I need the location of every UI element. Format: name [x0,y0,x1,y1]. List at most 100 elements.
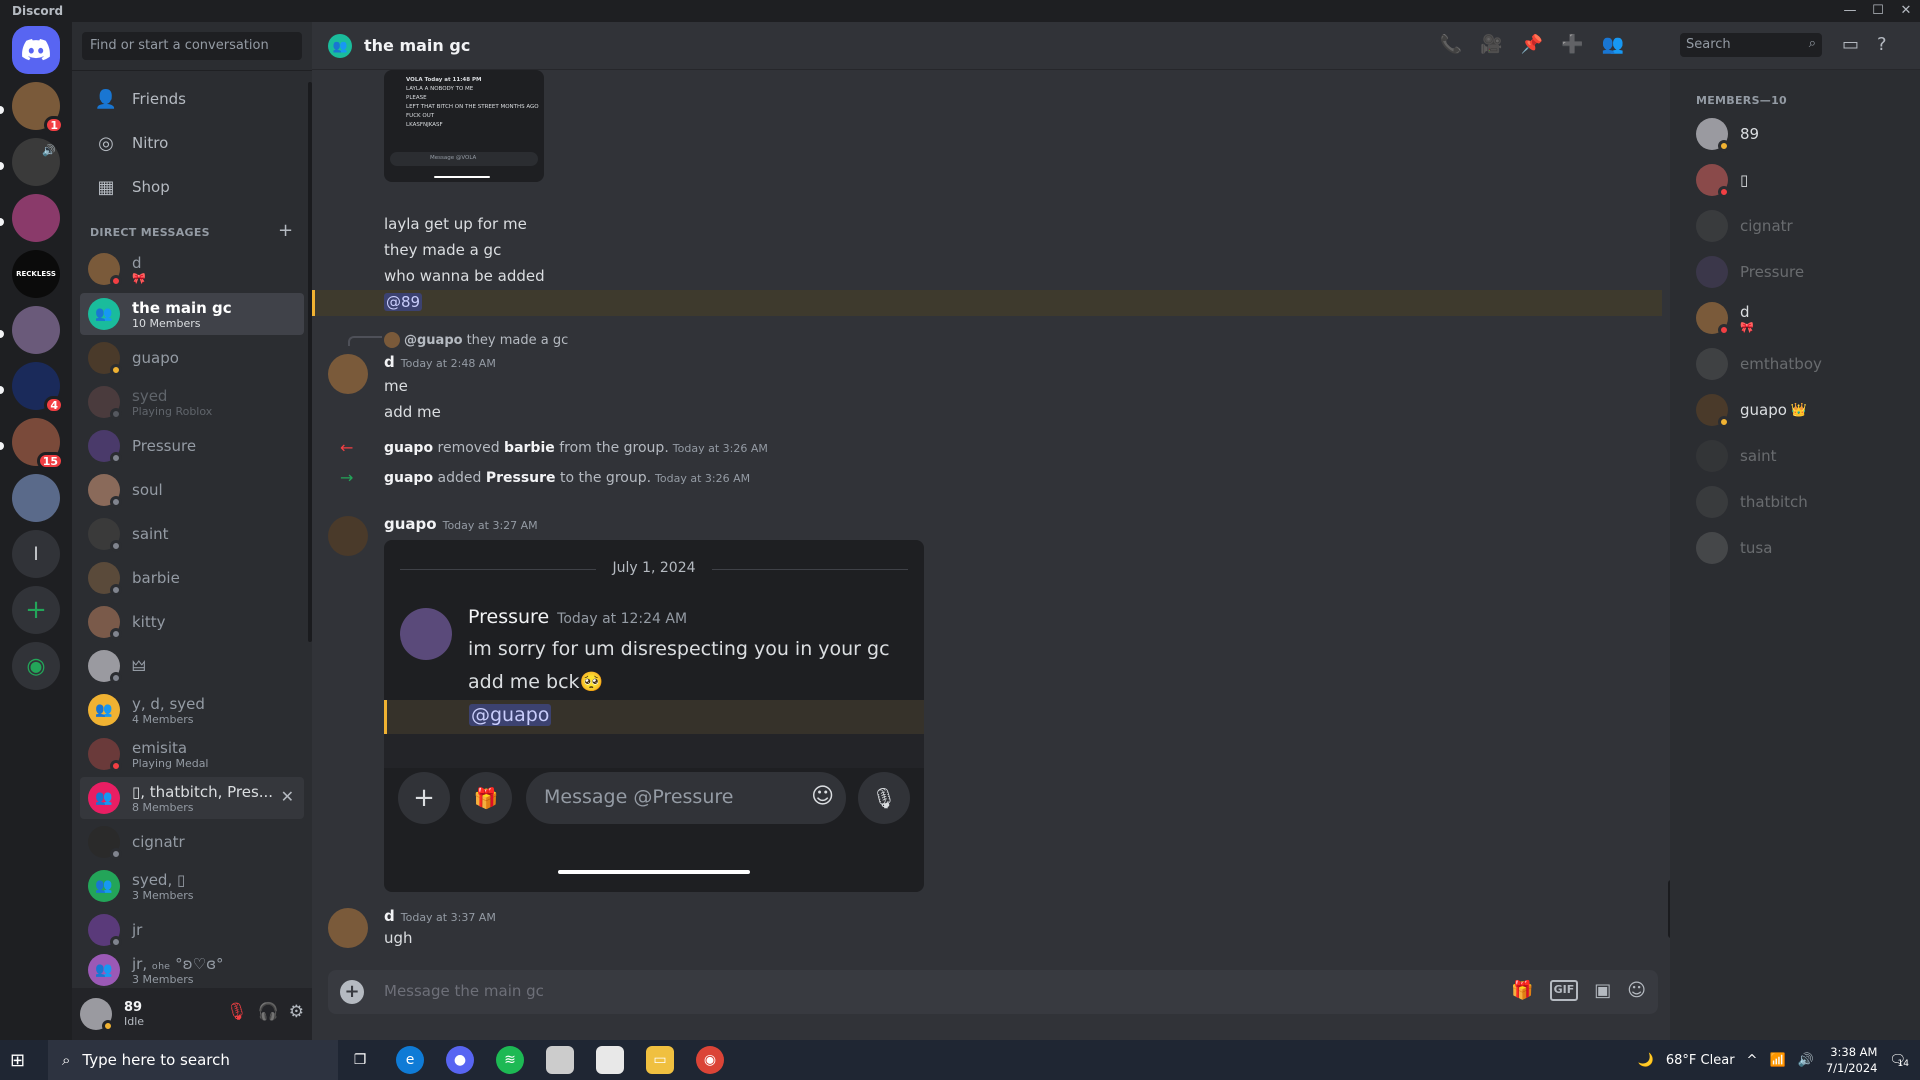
member-item[interactable]: emthatboy [1686,342,1906,386]
gif-icon[interactable]: GIF [1549,980,1579,1001]
server-reckless[interactable]: RECKLESS [12,250,60,298]
minimize-button[interactable]: — [1836,0,1864,22]
member-item[interactable]: guapo 👑 [1686,388,1906,432]
member-item[interactable]: 89 [1686,112,1906,156]
windows-start-icon[interactable]: ⊞ [10,1050,25,1071]
discord-taskbar-icon[interactable]: ● [446,1046,474,1074]
taskbar-search[interactable]: ⌕ Type here to search [48,1040,338,1080]
member-item[interactable]: cignatr [1686,204,1906,248]
headphones-icon[interactable]: 🎧 [258,1002,279,1022]
member-item[interactable]: Pressure [1686,250,1906,294]
dm-item[interactable]: Pressure [80,425,304,467]
spotify-icon[interactable]: ≋ [496,1046,524,1074]
sys-target[interactable]: barbie [504,440,555,456]
dm-search-input[interactable]: Find or start a conversation [82,32,302,60]
server-5[interactable] [12,306,60,354]
sys-target[interactable]: Pressure [486,470,556,486]
dm-item[interactable]: syed Playing Roblox [80,381,304,423]
member-item[interactable]: thatbitch [1686,480,1906,524]
member-item[interactable]: tusa [1686,526,1906,570]
clock[interactable]: 3:38 AM 7/1/2024 [1826,1044,1878,1076]
edge-icon[interactable]: e [396,1046,424,1074]
message-author[interactable]: d [384,353,395,371]
emoji-icon[interactable]: ☺ [1627,980,1646,1001]
dm-item[interactable]: kitty [80,601,304,643]
dm-item[interactable]: 👥 ▯, thatbitch, Pres... 8 Members ✕ [80,777,304,819]
close-dm-button[interactable]: ✕ [281,787,294,806]
volume-icon[interactable]: 🔊 [1798,1053,1814,1068]
dm-item[interactable]: barbie [80,557,304,599]
sys-actor[interactable]: guapo [384,440,433,456]
message-author[interactable]: d [384,907,395,925]
avatar[interactable] [328,908,368,948]
search-input[interactable]: Search ⌕ [1680,33,1822,57]
settings-gear-icon[interactable]: ⚙ [289,1002,304,1022]
message-composer[interactable]: + Message the main gc 🎁 GIF ▣ ☺ [328,970,1658,1014]
user-mention[interactable]: @89 [384,293,423,311]
upload-plus-icon[interactable]: + [340,980,364,1004]
dm-item[interactable]: saint [80,513,304,555]
voice-call-icon[interactable]: 📞 [1440,34,1462,55]
create-dm-button[interactable]: + [278,220,293,241]
network-icon[interactable]: 📶 [1769,1053,1785,1068]
server-l[interactable]: l [12,530,60,578]
server-1[interactable]: 1 [12,82,64,134]
add-server-button[interactable]: + [12,586,60,634]
store-icon[interactable] [596,1046,624,1074]
avatar[interactable] [328,516,368,556]
sticker-icon[interactable]: ▣ [1594,980,1611,1001]
dm-item[interactable]: 👥 jr, ₒₕₑ °ʚ♡ɞ° 3 Members [80,953,304,987]
dm-item-active[interactable]: 👥 the main gc 10 Members [80,293,304,335]
add-friends-icon[interactable]: ➕ [1561,34,1583,55]
server-6[interactable]: 4 [12,362,64,414]
avatar[interactable] [80,998,114,1032]
video-call-icon[interactable]: 🎥 [1480,34,1502,55]
dm-item[interactable]: cignatr [80,821,304,863]
dm-item[interactable]: soul [80,469,304,511]
server-3[interactable] [12,194,60,242]
member-item[interactable]: saint [1686,434,1906,478]
dm-item[interactable]: 👥 syed, ▯ 3 Members [80,865,304,907]
maximize-button[interactable]: ☐ [1864,0,1892,22]
tray-chevron-icon[interactable]: ^ [1747,1053,1758,1068]
member-item[interactable]: ▯ [1686,158,1906,202]
close-button[interactable]: ✕ [1892,0,1920,22]
weather-text[interactable]: 68°F Clear [1666,1053,1735,1068]
server-7[interactable]: 15 [12,418,64,470]
server-8[interactable] [12,474,60,522]
home-button[interactable] [12,26,60,74]
file-explorer-icon[interactable]: ▭ [646,1046,674,1074]
help-icon[interactable]: ? [1877,34,1887,55]
dm-item[interactable]: emisita Playing Medal [80,733,304,775]
dm-item[interactable]: jr [80,909,304,951]
dm-sub: 4 Members [132,712,194,726]
gift-icon[interactable]: 🎁 [1511,980,1533,1001]
avatar[interactable] [328,354,368,394]
attached-screenshot[interactable]: July 1, 2024 Pressure Today at 12:24 AM i… [384,540,924,892]
notification-icon[interactable]: 🗨 14 [1889,1053,1909,1069]
server-2[interactable]: 🔊 [12,138,60,186]
attached-image[interactable]: VOLA Today at 11:48 PM LAYLA A NOBODY TO… [384,70,544,182]
dm-item[interactable]: 🜲 [80,645,304,687]
chrome-icon[interactable]: ◉ [696,1046,724,1074]
inbox-icon[interactable]: ▭ [1842,34,1859,55]
reply-preview[interactable]: @guapo they made a gc [384,332,568,348]
sys-actor[interactable]: guapo [384,470,433,486]
message-author[interactable]: guapo [384,515,437,533]
added-arrow-icon: → [340,468,354,487]
task-view-icon[interactable]: ❐ [346,1046,374,1074]
mute-mic-icon[interactable]: 🎙 [226,1002,248,1022]
nav-friends[interactable]: 👤 Friends [80,78,304,120]
sys-tail: from the group. [559,440,669,456]
app-icon[interactable] [546,1046,574,1074]
discover-button[interactable]: ◉ [12,642,60,690]
member-list-icon[interactable]: 👥 [1602,34,1624,55]
dm-item[interactable]: guapo [80,337,304,379]
dm-item[interactable]: d 🎀 [80,248,304,290]
nav-nitro[interactable]: ◎ Nitro [80,122,304,164]
pinned-messages-icon[interactable]: 📌 [1521,34,1543,55]
nav-shop[interactable]: ▦ Shop [80,166,304,208]
notification-count: 14 [1897,1058,1909,1069]
dm-item[interactable]: 👥 y, d, syed 4 Members [80,689,304,731]
member-item[interactable]: d 🎀 [1686,296,1906,340]
